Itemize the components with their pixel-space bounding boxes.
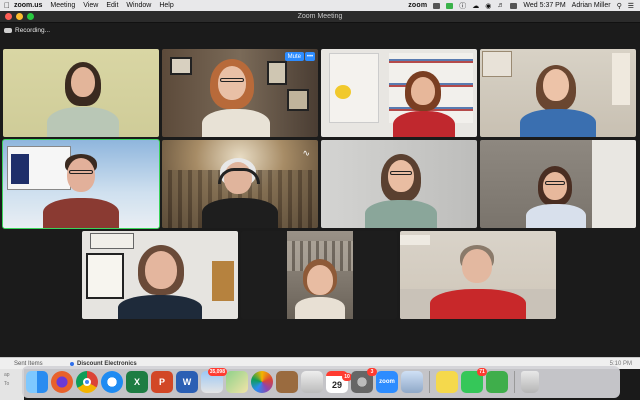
- menu-view[interactable]: View: [83, 2, 98, 9]
- window-title: Zoom Meeting: [297, 13, 343, 20]
- video-tile-8[interactable]: [480, 140, 636, 228]
- battery-icon[interactable]: [510, 2, 518, 9]
- notes-book-icon[interactable]: [276, 371, 298, 393]
- video-tile-5-speaking[interactable]: [2, 139, 160, 229]
- numbers-icon[interactable]: [486, 371, 508, 393]
- zoom-icon[interactable]: zoom: [376, 371, 398, 393]
- finder-icon[interactable]: [26, 371, 48, 393]
- status-alert-icon[interactable]: ⓘ: [459, 1, 466, 11]
- video-tile-1[interactable]: [3, 49, 159, 137]
- mail-badge: 35,098: [207, 368, 227, 376]
- video-tile-10[interactable]: [241, 231, 397, 319]
- wifi-icon[interactable]: ◉: [485, 2, 491, 10]
- menu-bar:  zoom.us Meeting View Edit Window Help …: [0, 0, 640, 11]
- mail-sidebar-label-1: ap: [4, 372, 10, 378]
- safari-icon[interactable]: [101, 371, 123, 393]
- video-tile-6[interactable]: ∿: [162, 140, 318, 228]
- menu-meeting[interactable]: Meeting: [50, 2, 75, 9]
- mute-button[interactable]: Mute: [284, 52, 304, 61]
- video-tile-7[interactable]: [321, 140, 477, 228]
- user-name[interactable]: Adrian Miller: [572, 2, 611, 9]
- trash-icon[interactable]: [521, 371, 539, 393]
- powerpoint-icon[interactable]: P: [151, 371, 173, 393]
- video-tile-4[interactable]: [480, 49, 636, 137]
- dock: X P W 35,098 29 10 3 zoom 71: [22, 366, 620, 398]
- video-tile-9[interactable]: [82, 231, 238, 319]
- menu-help[interactable]: Help: [159, 2, 173, 9]
- dock-separator: [429, 371, 430, 393]
- recording-cloud-icon: [4, 27, 12, 33]
- spotlight-icon[interactable]: ⚲: [617, 2, 622, 10]
- facetime-icon[interactable]: 71: [461, 368, 487, 393]
- status-zoom-label[interactable]: zoom: [408, 2, 427, 9]
- recording-label: Recording...: [15, 26, 51, 34]
- more-options-button[interactable]: •••: [305, 52, 315, 61]
- clock[interactable]: Wed 5:37 PM: [523, 2, 565, 9]
- preview-icon[interactable]: [401, 371, 423, 393]
- menu-app-name[interactable]: zoom.us: [14, 2, 42, 9]
- status-screen-icon[interactable]: [446, 2, 454, 9]
- system-preferences-icon[interactable]: 3: [351, 368, 377, 393]
- virtual-background-logo-icon: ∿: [302, 148, 310, 158]
- status-zoom-video-icon[interactable]: [433, 2, 441, 9]
- video-tile-11[interactable]: [400, 231, 556, 319]
- mail-sidebar-fragment: ap To: [0, 369, 24, 400]
- scanner-icon[interactable]: [301, 371, 323, 393]
- video-tile-2-active[interactable]: Mute •••: [162, 49, 318, 137]
- word-icon[interactable]: W: [176, 371, 198, 393]
- headphones-icon: [218, 168, 260, 184]
- stickies-icon[interactable]: [436, 371, 458, 393]
- mail-icon[interactable]: 35,098: [201, 368, 227, 393]
- calendar-date: 29: [331, 379, 342, 390]
- zoom-window: Zoom Meeting Recording... Mute ••• ∿: [0, 11, 640, 357]
- dock-separator-2: [514, 371, 515, 393]
- status-cloud-icon[interactable]: ☁: [472, 2, 479, 10]
- video-tile-3[interactable]: [321, 49, 477, 137]
- title-bar: Zoom Meeting: [0, 11, 640, 23]
- calendar-icon[interactable]: 29 10: [326, 371, 352, 393]
- recording-indicator[interactable]: Recording...: [4, 25, 50, 35]
- firefox-icon[interactable]: [51, 371, 73, 393]
- unread-dot-icon: [70, 361, 74, 366]
- photos-icon[interactable]: [251, 371, 273, 393]
- volume-icon[interactable]: ♬: [497, 2, 504, 9]
- chrome-icon[interactable]: [76, 371, 98, 393]
- excel-icon[interactable]: X: [126, 371, 148, 393]
- maps-icon[interactable]: [226, 371, 248, 393]
- menu-window[interactable]: Window: [126, 2, 151, 9]
- mail-sidebar-label-2: To: [4, 381, 10, 387]
- control-center-icon[interactable]: ☰: [628, 2, 634, 10]
- apple-icon[interactable]: : [0, 1, 14, 10]
- menu-edit[interactable]: Edit: [106, 2, 118, 9]
